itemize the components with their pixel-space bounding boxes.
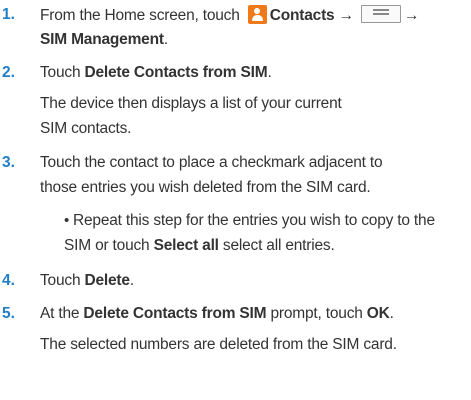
step-5-note: The selected numbers are deleted from th… xyxy=(40,336,397,353)
step-4-line-1: Touch Delete. xyxy=(40,271,134,291)
step-1-line-2: SIM Management. xyxy=(40,30,168,50)
step-1-line-1: From the Home screen, touch Contacts → → xyxy=(40,5,420,26)
ok-label: OK xyxy=(366,305,390,322)
step-3-line-2: those entries you wish deleted from the … xyxy=(40,179,371,196)
step-text: Touch xyxy=(40,272,81,289)
step-text: From the Home screen, touch xyxy=(40,7,240,24)
step-2-note-line-2: SIM contacts. xyxy=(40,120,132,137)
contacts-icon xyxy=(247,5,267,24)
bullet-text: SIM or touch xyxy=(64,237,150,254)
instruction-page: 1. From the Home screen, touch Contacts … xyxy=(0,0,471,400)
step-2-line-1: Touch Delete Contacts from SIM. xyxy=(40,63,272,83)
delete-contacts-from-sim-label: Delete Contacts from SIM xyxy=(83,305,267,322)
step-text: Touch xyxy=(40,64,81,81)
period: . xyxy=(129,272,134,289)
step-3-line-1: Touch the contact to place a checkmark a… xyxy=(40,154,383,171)
step-text: At the xyxy=(40,305,80,322)
menu-icon xyxy=(361,5,401,23)
sim-management-label: SIM Management xyxy=(40,31,164,48)
select-all-label: Select all xyxy=(153,237,219,254)
step-number: 1. xyxy=(2,6,15,23)
arrow-icon: → xyxy=(338,7,355,24)
delete-contacts-from-sim-label: Delete Contacts from SIM xyxy=(84,64,268,81)
step-text: prompt, touch xyxy=(270,305,363,322)
step-number: 5. xyxy=(2,305,15,322)
step-3-bullet-line-1: Repeat this step for the entries you wis… xyxy=(73,212,435,229)
step-3-bullet-line-2: SIM or touch Select all select all entri… xyxy=(64,236,335,256)
step-number: 4. xyxy=(2,272,15,289)
step-2-note-line-1: The device then displays a list of your … xyxy=(40,95,342,112)
period: . xyxy=(163,31,168,48)
bullet: • xyxy=(64,212,70,229)
delete-label: Delete xyxy=(84,272,130,289)
period: . xyxy=(389,305,394,322)
contacts-label: Contacts xyxy=(269,7,335,24)
period: . xyxy=(267,64,272,81)
step-number: 2. xyxy=(2,64,15,81)
arrow-icon: → xyxy=(404,7,420,24)
step-5-line-1: At the Delete Contacts from SIM prompt, … xyxy=(40,304,394,324)
step-number: 3. xyxy=(2,154,15,171)
bullet-text: select all entries. xyxy=(222,237,335,254)
